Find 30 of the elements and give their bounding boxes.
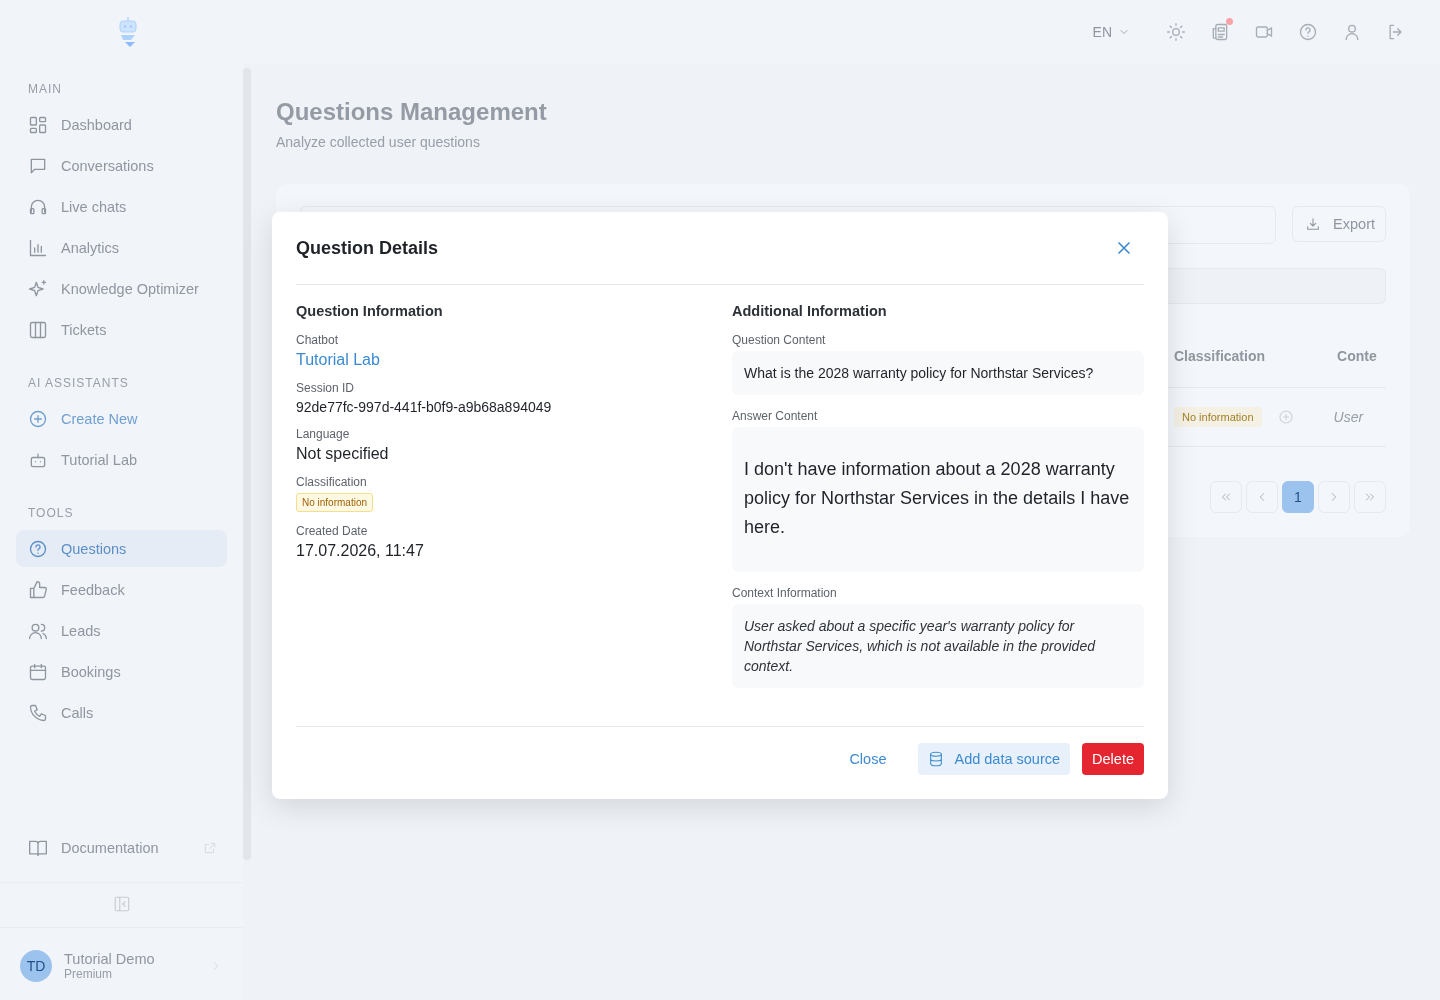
avatar: TD bbox=[20, 950, 52, 982]
page-subtitle: Analyze collected user questions bbox=[276, 134, 481, 150]
section-heading: MAIN bbox=[27, 81, 63, 98]
classification-tag: No information bbox=[296, 493, 374, 512]
column-header: Classification bbox=[1174, 347, 1266, 364]
answer-text: I don't have information about a 2028 warranty policy for Northstar Services in the details I have here. bbox=[732, 427, 1144, 572]
user-plan: Premium bbox=[64, 967, 113, 981]
field-label: Session ID bbox=[296, 381, 355, 395]
field-label: Answer Content bbox=[732, 409, 819, 423]
dialog-title: Question Details bbox=[296, 237, 439, 259]
section-heading: TOOLS bbox=[27, 505, 75, 522]
field-label: Classification bbox=[296, 475, 367, 489]
field-label: Language bbox=[296, 427, 350, 441]
user-name: Tutorial Demo bbox=[64, 951, 156, 967]
section-heading: Additional Information bbox=[732, 303, 888, 319]
section-heading: Question Information bbox=[296, 303, 444, 319]
table-cell: User bbox=[1333, 409, 1364, 425]
page-title: Questions Management bbox=[276, 98, 548, 126]
classification-tag: No information bbox=[1174, 407, 1262, 427]
field-value: 92de77fc-997d-441f-b0f9-a9b68a894049 bbox=[296, 399, 552, 415]
column-header: Conte bbox=[1337, 347, 1377, 364]
field-label: Context Information bbox=[732, 586, 838, 600]
field-label: Chatbot bbox=[296, 333, 339, 347]
context-text: User asked about a specific year's warranty policy for Northstar Services, which is not available in the provided context. bbox=[732, 604, 1144, 688]
field-label: Created Date bbox=[296, 524, 368, 538]
field-value: Not specified bbox=[296, 445, 389, 463]
question-text: What is the 2028 warranty policy for Northstar Services? bbox=[732, 351, 1144, 395]
section-heading: AI ASSISTANTS bbox=[27, 375, 130, 392]
field-value: 17.07.2026, 11:47 bbox=[296, 542, 424, 560]
field-label: Question Content bbox=[732, 333, 827, 347]
